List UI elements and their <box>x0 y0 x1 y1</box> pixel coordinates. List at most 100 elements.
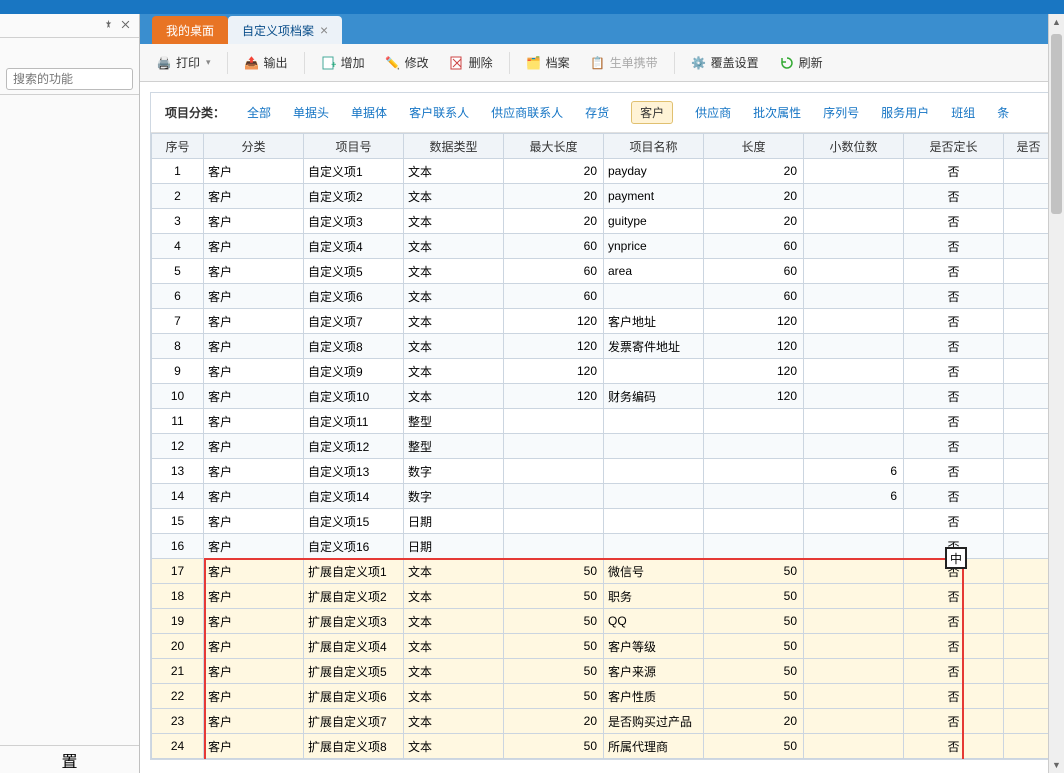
cell-item-name: 客户地址 <box>604 309 704 334</box>
search-input[interactable] <box>6 68 133 90</box>
table-row[interactable]: 23客户扩展自定义项7文本20是否购买过产品20否 <box>152 709 1054 734</box>
col-item-no[interactable]: 项目号 <box>304 134 404 159</box>
table-row[interactable]: 18客户扩展自定义项2文本50职务50否 <box>152 584 1054 609</box>
cell-last <box>1004 184 1054 209</box>
table-row[interactable]: 17客户扩展自定义项1文本50微信号50否 <box>152 559 1054 584</box>
table-row[interactable]: 10客户自定义项10文本120财务编码120否 <box>152 384 1054 409</box>
cell-fixed: 否 <box>904 334 1004 359</box>
cell-category: 客户 <box>204 434 304 459</box>
table-row[interactable]: 16客户自定义项16日期否 <box>152 534 1054 559</box>
table-row[interactable]: 13客户自定义项13数字6否 <box>152 459 1054 484</box>
tab-my-desktop[interactable]: 我的桌面 <box>152 16 228 44</box>
filter-customer-contact[interactable]: 客户联系人 <box>409 104 469 121</box>
filter-bill-header[interactable]: 单据头 <box>293 104 329 121</box>
table-row[interactable]: 22客户扩展自定义项6文本50客户性质50否 <box>152 684 1054 709</box>
table-row[interactable]: 15客户自定义项15日期否 <box>152 509 1054 534</box>
table-row[interactable]: 5客户自定义项5文本60area60否 <box>152 259 1054 284</box>
table-row[interactable]: 6客户自定义项6文本6060否 <box>152 284 1054 309</box>
filter-more[interactable]: 条 <box>997 104 1009 121</box>
col-last[interactable]: 是否 <box>1004 134 1054 159</box>
close-icon[interactable] <box>120 17 131 35</box>
filter-batch[interactable]: 批次属性 <box>753 104 801 121</box>
table-row[interactable]: 24客户扩展自定义项8文本50所属代理商50否 <box>152 734 1054 759</box>
scroll-down-icon[interactable]: ▼ <box>1049 757 1064 773</box>
filter-serial[interactable]: 序列号 <box>823 104 859 121</box>
cell-data-type: 文本 <box>404 184 504 209</box>
filter-service-user[interactable]: 服务用户 <box>881 104 929 121</box>
filter-all[interactable]: 全部 <box>247 104 271 121</box>
cell-data-type: 文本 <box>404 234 504 259</box>
cell-last <box>1004 334 1054 359</box>
close-icon[interactable]: × <box>320 23 328 37</box>
ime-cursor: 中 <box>945 547 967 569</box>
col-item-name[interactable]: 项目名称 <box>604 134 704 159</box>
cell-category: 客户 <box>204 234 304 259</box>
export-button[interactable]: 📤输出 <box>236 50 296 76</box>
cell-fixed: 否 <box>904 609 1004 634</box>
cell-item-no: 扩展自定义项5 <box>304 659 404 684</box>
table-row[interactable]: 20客户扩展自定义项4文本50客户等级50否 <box>152 634 1054 659</box>
filter-supplier-contact[interactable]: 供应商联系人 <box>491 104 563 121</box>
cell-last <box>1004 459 1054 484</box>
edit-button[interactable]: ✏️修改 <box>377 50 437 76</box>
cell-item-no: 自定义项9 <box>304 359 404 384</box>
col-length[interactable]: 长度 <box>704 134 804 159</box>
filter-team[interactable]: 班组 <box>951 104 975 121</box>
refresh-button[interactable]: 刷新 <box>771 50 831 76</box>
sidebar-header <box>0 14 139 38</box>
btn-label: 刷新 <box>799 54 823 71</box>
col-data-type[interactable]: 数据类型 <box>404 134 504 159</box>
table-row[interactable]: 11客户自定义项11整型否 <box>152 409 1054 434</box>
cell-data-type: 文本 <box>404 709 504 734</box>
cell-category: 客户 <box>204 384 304 409</box>
cell-category: 客户 <box>204 709 304 734</box>
cell-fixed: 否 <box>904 709 1004 734</box>
sidebar-bottom-button[interactable]: 置 <box>0 745 139 773</box>
cell-data-type: 日期 <box>404 509 504 534</box>
col-fixed-length[interactable]: 是否定长 <box>904 134 1004 159</box>
table-row[interactable]: 2客户自定义项2文本20payment20否 <box>152 184 1054 209</box>
cell-category: 客户 <box>204 584 304 609</box>
table-row[interactable]: 14客户自定义项14数字6否 <box>152 484 1054 509</box>
table-row[interactable]: 9客户自定义项9文本120120否 <box>152 359 1054 384</box>
tab-custom-items[interactable]: 自定义项档案 × <box>228 16 342 44</box>
table-row[interactable]: 12客户自定义项12整型否 <box>152 434 1054 459</box>
cell-last <box>1004 684 1054 709</box>
col-max-length[interactable]: 最大长度 <box>504 134 604 159</box>
filter-customer[interactable]: 客户 <box>631 101 673 124</box>
edit-icon: ✏️ <box>385 55 401 71</box>
delete-button[interactable]: 删除 <box>441 50 501 76</box>
print-button[interactable]: 🖨️打印▾ <box>148 50 219 76</box>
btn-label: 档案 <box>546 54 570 71</box>
chevron-down-icon: ▾ <box>206 57 211 68</box>
add-button[interactable]: +增加 <box>313 50 373 76</box>
table-row[interactable]: 3客户自定义项3文本20guitype20否 <box>152 209 1054 234</box>
scroll-up-icon[interactable]: ▲ <box>1049 14 1064 30</box>
cell-category: 客户 <box>204 609 304 634</box>
table-row[interactable]: 19客户扩展自定义项3文本50QQ50否 <box>152 609 1054 634</box>
scroll-thumb[interactable] <box>1051 34 1062 214</box>
table-row[interactable]: 21客户扩展自定义项5文本50客户来源50否 <box>152 659 1054 684</box>
col-seq[interactable]: 序号 <box>152 134 204 159</box>
separator <box>304 52 305 74</box>
archive-button[interactable]: 🗂️档案 <box>518 50 578 76</box>
cell-item-no: 扩展自定义项8 <box>304 734 404 759</box>
table-row[interactable]: 8客户自定义项8文本120发票寄件地址120否 <box>152 334 1054 359</box>
cell-max-length: 50 <box>504 584 604 609</box>
filter-bill-body[interactable]: 单据体 <box>351 104 387 121</box>
filter-supplier[interactable]: 供应商 <box>695 104 731 121</box>
cell-decimal <box>804 709 904 734</box>
table-row[interactable]: 4客户自定义项4文本60ynprice60否 <box>152 234 1054 259</box>
col-category[interactable]: 分类 <box>204 134 304 159</box>
cell-length: 20 <box>704 709 804 734</box>
override-button[interactable]: ⚙️覆盖设置 <box>683 50 767 76</box>
cell-seq: 6 <box>152 284 204 309</box>
vertical-scrollbar[interactable]: ▲ ▼ <box>1048 14 1064 773</box>
cell-length: 60 <box>704 284 804 309</box>
pin-icon[interactable] <box>103 17 114 35</box>
cell-last <box>1004 609 1054 634</box>
filter-inventory[interactable]: 存货 <box>585 104 609 121</box>
table-row[interactable]: 1客户自定义项1文本20payday20否 <box>152 159 1054 184</box>
col-decimal[interactable]: 小数位数 <box>804 134 904 159</box>
table-row[interactable]: 7客户自定义项7文本120客户地址120否 <box>152 309 1054 334</box>
